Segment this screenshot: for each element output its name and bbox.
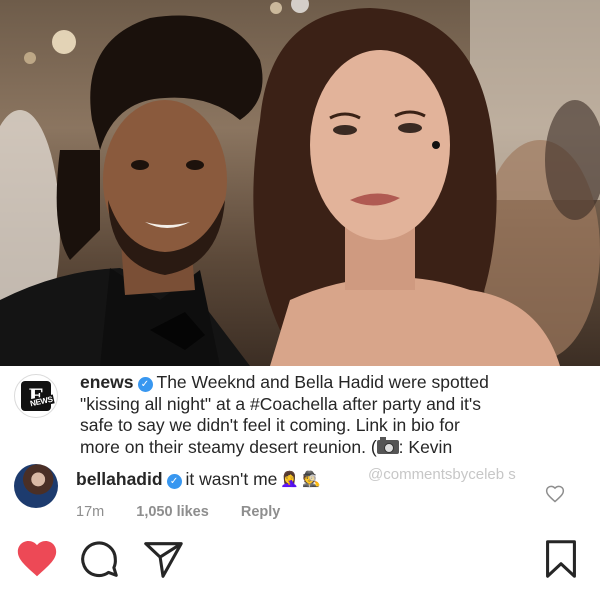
caption-text: enews ✓ The Weeknd and Bella Hadid were sp… xyxy=(80,372,580,458)
post-photo[interactable] xyxy=(0,0,600,366)
comment-row: bellahadid ✓ it wasn't me 🤦‍♀️ 🕵️ @commentsb… xyxy=(0,460,600,528)
post-caption: E NEWS enews ✓ The Weeknd and Bella Hadid … xyxy=(0,366,600,462)
share-button[interactable] xyxy=(140,536,186,582)
verified-badge-icon: ✓ xyxy=(137,377,153,392)
camera-icon xyxy=(376,436,399,454)
like-button[interactable] xyxy=(14,536,60,582)
comment-time: 17m xyxy=(76,504,105,520)
post-photo-illustration xyxy=(0,0,600,366)
heart-icon xyxy=(17,540,57,577)
comment-like-heart-icon[interactable] xyxy=(545,484,565,504)
comment-likes[interactable]: 1,050 likes xyxy=(136,504,209,520)
share-icon xyxy=(144,542,183,578)
comment-username[interactable]: bellahadid xyxy=(76,469,163,489)
reply-button[interactable]: Reply xyxy=(241,504,281,520)
comment-body: it wasn't me xyxy=(185,469,278,489)
caption-line-2: "kissing all night" at a #Coachella afte… xyxy=(80,393,481,414)
comment-text: bellahadid ✓ it wasn't me 🤦‍♀️ 🕵️ xyxy=(76,468,321,491)
comment-icon xyxy=(81,541,118,578)
facepalm-emoji-icon: 🤦‍♀️ xyxy=(280,471,300,488)
caption-username[interactable]: enews xyxy=(80,372,134,392)
verified-badge-icon: ✓ xyxy=(166,474,182,489)
caption-line-1: The Weeknd and Bella Hadid were spotted xyxy=(156,372,489,392)
watermark: @commentsbyceleb s xyxy=(368,466,516,483)
bookmark-icon xyxy=(546,540,576,578)
caption-line-3: safe to say we didn't feel it coming. Li… xyxy=(80,415,460,435)
save-button[interactable] xyxy=(538,536,584,582)
caption-line-4-end: : Kevin xyxy=(398,436,453,457)
action-bar xyxy=(0,536,600,600)
enews-avatar[interactable]: E NEWS xyxy=(14,374,58,418)
comment-meta: 17m 1,050 likes Reply xyxy=(76,504,308,520)
detective-emoji-icon: 🕵️ xyxy=(302,471,321,488)
commenter-avatar[interactable] xyxy=(14,464,58,508)
caption-line-4-start: more on their steamy desert reunion. ( xyxy=(80,436,377,457)
comment-button[interactable] xyxy=(76,536,122,582)
